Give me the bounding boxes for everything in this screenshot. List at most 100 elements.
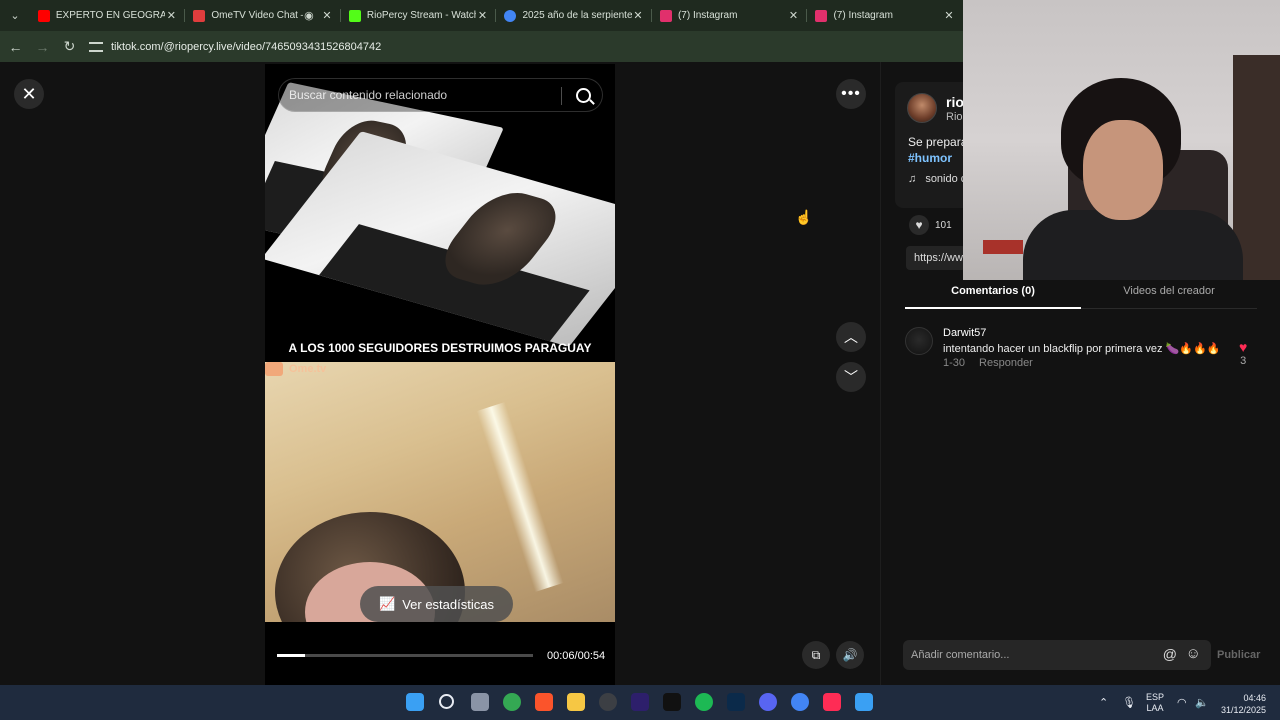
- capcut-icon[interactable]: [663, 693, 681, 711]
- share-link-field[interactable]: https://ww: [906, 246, 966, 270]
- tab-title: (7) Instagram: [677, 10, 738, 21]
- close-tab-icon[interactable]: ✕: [476, 9, 488, 22]
- volume-icon[interactable]: 🔊: [836, 641, 864, 669]
- tiktok-icon[interactable]: [823, 693, 841, 711]
- notepad-icon[interactable]: [855, 693, 873, 711]
- microphone-icon[interactable]: 🎙: [1122, 685, 1136, 720]
- browser-tab[interactable]: EXPERTO EN GEOGRAFÍA ✕: [30, 0, 186, 31]
- previous-video-button[interactable]: ︿: [836, 322, 866, 352]
- search-icon[interactable]: [576, 88, 591, 103]
- site-info-icon[interactable]: [89, 41, 103, 52]
- ometv-watermark: Ome.tv: [265, 362, 326, 376]
- wifi-icon[interactable]: ◠: [1177, 685, 1187, 720]
- heart-icon[interactable]: ♥: [909, 215, 929, 235]
- ometv-icon: [193, 9, 206, 22]
- search-placeholder: Buscar contenido relacionado: [289, 88, 448, 102]
- reload-icon[interactable]: ↻: [56, 31, 83, 62]
- hashtag-link[interactable]: #humor: [908, 151, 952, 165]
- premiere-icon[interactable]: [631, 693, 649, 711]
- video-frame-bottom: [265, 362, 615, 622]
- back-icon[interactable]: ←: [2, 31, 29, 62]
- close-tab-icon[interactable]: ✕: [787, 9, 799, 22]
- obs-icon[interactable]: [599, 693, 617, 711]
- music-note-icon: ♫: [908, 173, 917, 185]
- chart-icon: 📈: [379, 596, 396, 611]
- comment-text: intentando hacer un blackflip por primer…: [943, 343, 1221, 355]
- url-field[interactable]: tiktok.com/@riopercy.live/video/74650934…: [89, 41, 381, 53]
- tab-comments[interactable]: Comentarios (0): [905, 285, 1081, 309]
- progress-fill: [277, 654, 306, 657]
- browser-tab[interactable]: OmeTV Video Chat — ◉ ✕: [185, 0, 341, 31]
- view-stats-button[interactable]: 📈 Ver estadísticas: [360, 586, 513, 622]
- photoshop-icon[interactable]: [727, 693, 745, 711]
- more-options-button[interactable]: •••: [836, 79, 866, 109]
- url-text: tiktok.com/@riopercy.live/video/74650934…: [111, 40, 382, 53]
- speaker-icon[interactable]: 🔈: [1195, 685, 1209, 720]
- instagram-icon: [815, 9, 828, 22]
- sound-link[interactable]: ♫ sonido c: [908, 173, 966, 185]
- close-tab-icon[interactable]: ✕: [321, 9, 333, 22]
- address-bar: ← → ↻ tiktok.com/@riopercy.live/video/74…: [0, 31, 963, 62]
- close-tab-icon[interactable]: ✕: [632, 9, 644, 22]
- comment-meta: 1-30 Responder: [943, 357, 1033, 369]
- instagram-icon: [659, 9, 672, 22]
- comment-username[interactable]: Darwit57: [943, 327, 986, 339]
- next-video-button[interactable]: ﹀: [836, 362, 866, 392]
- video-description: Se prepara: [908, 135, 968, 149]
- close-video-button[interactable]: ✕: [14, 79, 44, 109]
- avatar[interactable]: [905, 327, 933, 355]
- discord-icon[interactable]: [759, 693, 777, 711]
- comment-like[interactable]: ♥ 3: [1239, 339, 1247, 367]
- youtube-icon: [37, 9, 50, 22]
- mention-icon[interactable]: @: [1163, 646, 1177, 662]
- task-view-icon[interactable]: [471, 693, 489, 711]
- file-explorer-icon[interactable]: [567, 693, 585, 711]
- browser-tab-active[interactable]: (7) Instagram ✕: [807, 0, 963, 31]
- clock[interactable]: 04:46 31/12/2025: [1212, 692, 1266, 716]
- tab-title: EXPERTO EN GEOGRAFÍA: [55, 10, 166, 21]
- tab-title: RioPercy Stream - Watch L: [366, 10, 477, 21]
- spotify-icon[interactable]: [695, 693, 713, 711]
- related-search-input[interactable]: Buscar contenido relacionado: [278, 78, 603, 112]
- tab-creator-videos[interactable]: Videos del creador: [1081, 285, 1257, 308]
- publish-button[interactable]: Publicar: [1217, 649, 1260, 661]
- chrome-icon[interactable]: [791, 693, 809, 711]
- comment-item: Darwit57 intentando hacer un blackflip p…: [905, 327, 1265, 377]
- hand-cursor-icon: ☝: [795, 209, 813, 225]
- tab-title: OmeTV Video Chat —: [211, 10, 303, 21]
- language-indicator[interactable]: ESP LAA: [1146, 692, 1164, 714]
- search-icon[interactable]: [439, 694, 454, 709]
- google-icon: [504, 9, 517, 22]
- tray-chevron-icon[interactable]: ⌃: [1099, 685, 1108, 720]
- video-time: 00:06/00:54: [547, 650, 606, 662]
- video-progress-bar[interactable]: [277, 654, 533, 657]
- browser-tab[interactable]: (7) Instagram ✕: [652, 0, 808, 31]
- close-tab-icon[interactable]: ✕: [165, 9, 177, 22]
- reply-button[interactable]: Responder: [979, 357, 1033, 369]
- avatar[interactable]: [907, 93, 937, 123]
- comment-date: 1-30: [943, 357, 966, 369]
- tab-title: (7) Instagram: [833, 10, 893, 21]
- comment-placeholder: Añadir comentario...: [911, 649, 1010, 661]
- chrome-icon[interactable]: [503, 693, 521, 711]
- like-control[interactable]: ♥ 101: [909, 215, 952, 235]
- browser-tab[interactable]: 2025 año de la serpiente ✕: [496, 0, 652, 31]
- webcam-overlay: [963, 0, 1280, 280]
- creator-username[interactable]: rio: [946, 94, 964, 110]
- tab-search-icon[interactable]: ⌄: [0, 0, 30, 31]
- heart-icon[interactable]: ♥: [1239, 339, 1247, 355]
- pip-icon[interactable]: ⧉: [802, 641, 830, 669]
- screen: ⌄ EXPERTO EN GEOGRAFÍA ✕ OmeTV Video Cha…: [0, 0, 1280, 720]
- comment-tabs: Comentarios (0) Videos del creador: [905, 285, 1257, 309]
- forward-icon[interactable]: →: [29, 31, 56, 62]
- ometv-logo-icon: [265, 362, 283, 376]
- comment-input[interactable]: Añadir comentario... @ ☺: [903, 640, 1211, 670]
- browser-tab[interactable]: RioPercy Stream - Watch L ✕: [341, 0, 497, 31]
- brave-icon[interactable]: [535, 693, 553, 711]
- close-tab-icon[interactable]: ✕: [943, 9, 955, 22]
- creator-nickname: Rio: [946, 111, 963, 123]
- windows-start-icon[interactable]: [406, 693, 424, 711]
- kick-icon: [348, 9, 361, 22]
- emoji-icon[interactable]: ☺: [1186, 645, 1201, 662]
- comment-like-count: 3: [1240, 355, 1247, 367]
